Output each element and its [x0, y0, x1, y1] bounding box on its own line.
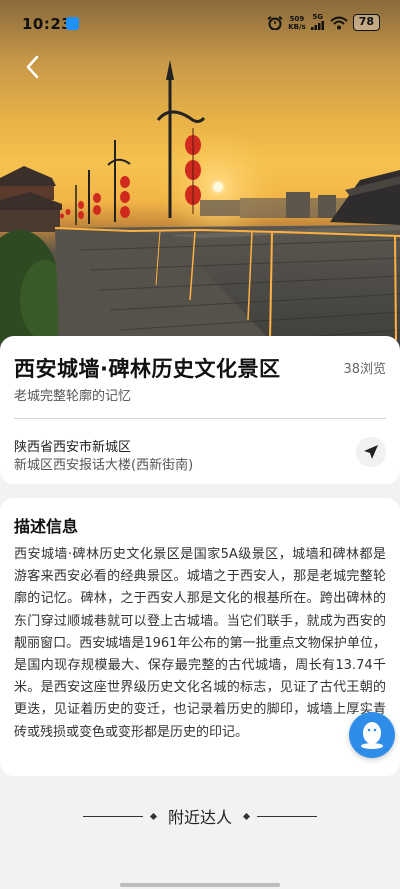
- place-subtitle: 老城完整轮廓的记忆: [14, 389, 132, 404]
- network-speed: 509 KB/s: [288, 15, 305, 31]
- back-button[interactable]: [18, 52, 48, 82]
- floating-contact-button[interactable]: [349, 712, 395, 758]
- diamond-ornament: [149, 812, 158, 820]
- network-speed-value: 509: [289, 14, 305, 23]
- signal-label: 5G: [312, 13, 323, 21]
- page-title: 西安城墙·碑林历史文化景区: [14, 357, 281, 381]
- alarm-icon: [267, 15, 283, 30]
- navigate-button[interactable]: [356, 437, 386, 467]
- nearby-section-header: 附近达人: [0, 804, 400, 828]
- status-time: 10:23: [22, 15, 73, 33]
- description-heading: 描述信息: [14, 517, 79, 536]
- signal-bars-icon: [310, 21, 324, 30]
- home-indicator[interactable]: [120, 883, 280, 887]
- qq-penguin-icon: [361, 722, 383, 749]
- wifi-icon: [330, 16, 348, 29]
- status-bar: 10:23 509 KB/s 5G 78: [0, 0, 400, 48]
- signal-indicator: 5G: [310, 13, 325, 32]
- nearby-heading: 附近达人: [167, 808, 232, 827]
- divider: [82, 815, 143, 817]
- divider: [14, 418, 386, 419]
- view-count: 38浏览: [343, 362, 386, 377]
- app-notification-icon: [66, 17, 79, 30]
- description-card: 描述信息 西安城墙·碑林历史文化景区是国家5A级景区，城墙和碑林都是游客来西安必…: [0, 498, 400, 776]
- chevron-left-icon: [26, 55, 39, 79]
- address-detail: 新城区西安报话大楼(西新街南): [14, 458, 194, 473]
- hero-image: [0, 0, 400, 360]
- navigation-arrow-icon: [364, 445, 378, 459]
- battery-level: 78: [352, 14, 380, 31]
- diamond-ornament: [242, 812, 251, 820]
- network-speed-unit: KB/s: [288, 22, 306, 31]
- divider: [257, 815, 317, 817]
- description-body: 西安城墙·碑林历史文化景区是国家5A级景区，城墙和碑林都是游客来西安必看的经典景…: [14, 547, 386, 740]
- address-region: 陕西省西安市新城区: [14, 440, 132, 455]
- place-info-card: 西安城墙·碑林历史文化景区 38浏览 老城完整轮廓的记忆 陕西省西安市新城区 新…: [0, 336, 400, 484]
- city-wall-sunset-photo: [0, 60, 400, 360]
